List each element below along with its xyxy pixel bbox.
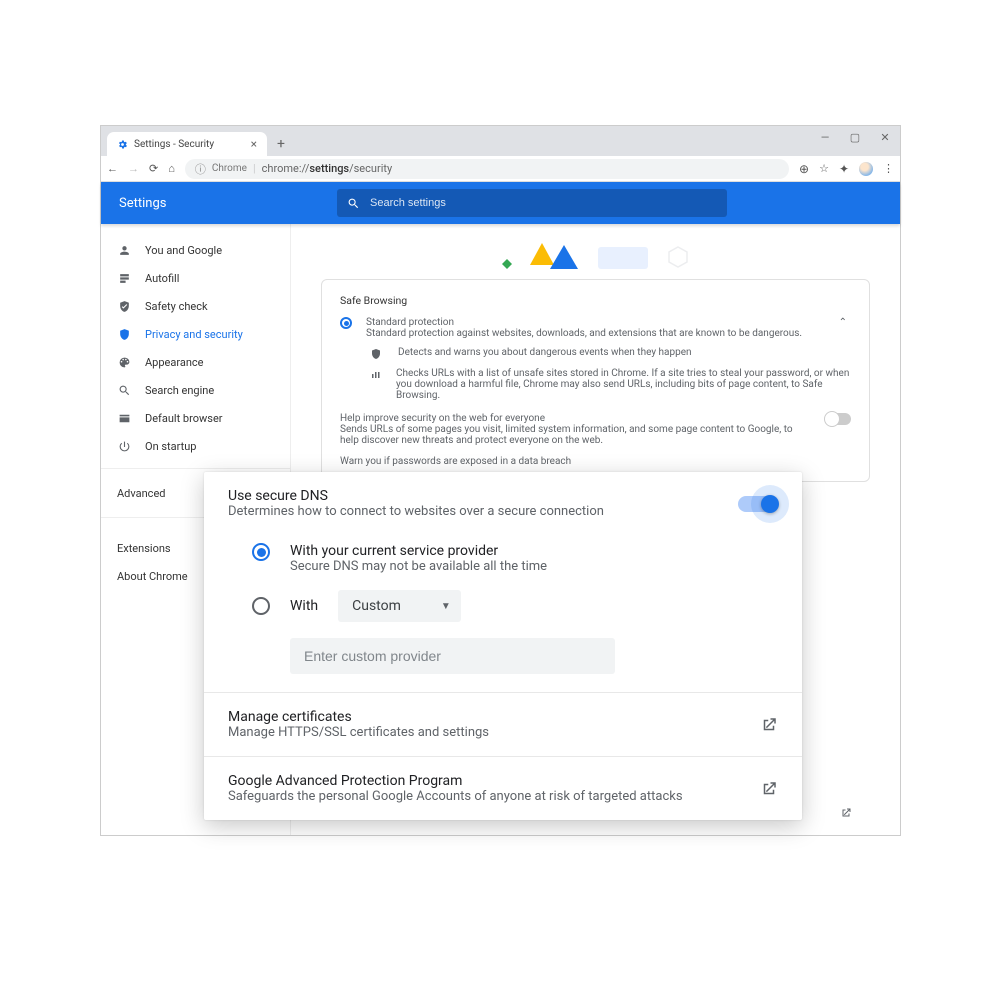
sidebar-item-on-startup[interactable]: On startup <box>101 432 290 460</box>
power-icon <box>117 440 131 453</box>
sidebar-label: On startup <box>145 440 196 453</box>
shield-icon <box>117 328 131 341</box>
std-detect-text: Detects and warns you about dangerous ev… <box>398 347 692 358</box>
menu-icon[interactable]: ⋮ <box>883 162 894 175</box>
dns-option-custom[interactable]: With Custom ▼ <box>204 582 802 630</box>
tab-title: Settings - Security <box>134 139 214 150</box>
std-checks-text: Checks URLs with a list of unsafe sites … <box>396 368 851 401</box>
section-title: Safe Browsing <box>340 294 851 307</box>
forward-icon: → <box>128 162 139 175</box>
sidebar-item-appearance[interactable]: Appearance <box>101 348 290 376</box>
help-improve-title: Help improve security on the web for eve… <box>340 413 811 424</box>
sidebar-item-default-browser[interactable]: Default browser <box>101 404 290 432</box>
close-window-icon[interactable]: ✕ <box>876 131 894 144</box>
url-bar: ← → ⟳ ⌂ ⓘ Chrome | chrome://settings/sec… <box>101 156 900 182</box>
manage-certificates-link[interactable]: Manage certificates Manage HTTPS/SSL cer… <box>204 693 802 756</box>
reload-icon[interactable]: ⟳ <box>149 162 158 175</box>
secure-dns-desc: Determines how to connect to websites ov… <box>228 504 604 519</box>
sidebar-item-you-and-google[interactable]: You and Google <box>101 236 290 264</box>
search-settings-input[interactable] <box>370 197 717 209</box>
sidebar-item-autofill[interactable]: Autofill <box>101 264 290 292</box>
radio-standard-protection[interactable] <box>340 317 352 329</box>
settings-header: Settings <box>101 182 900 224</box>
certs-desc: Manage HTTPS/SSL certificates and settin… <box>228 725 489 740</box>
extensions-label: Extensions <box>117 542 171 555</box>
person-icon <box>117 244 131 257</box>
title-bar: Settings - Security × + — ▢ ✕ <box>101 126 900 156</box>
advanced-label: Advanced <box>117 487 165 500</box>
maximize-icon[interactable]: ▢ <box>846 131 864 144</box>
illustration <box>321 224 870 269</box>
safe-browsing-card: Safe Browsing Standard protection Standa… <box>321 279 870 482</box>
shield-check-icon <box>117 300 131 313</box>
chart-icon <box>370 369 382 381</box>
window-controls: — ▢ ✕ <box>816 131 894 144</box>
advanced-protection-link[interactable]: Google Advanced Protection Program Safeg… <box>204 757 802 820</box>
radio-off-icon <box>252 597 270 615</box>
close-tab-icon[interactable]: × <box>251 137 257 151</box>
sidebar-label: Default browser <box>145 412 223 425</box>
settings-gear-icon <box>117 139 128 150</box>
secure-dns-row: Use secure DNS Determines how to connect… <box>204 472 802 535</box>
dropdown-arrow-icon: ▼ <box>441 601 451 612</box>
help-improve-desc: Sends URLs of some pages you visit, limi… <box>340 424 811 446</box>
help-improve-toggle[interactable] <box>825 413 851 425</box>
browser-icon <box>117 412 131 425</box>
launch-icon <box>760 780 778 798</box>
adv-title: Google Advanced Protection Program <box>228 773 683 789</box>
dns-option-current-provider[interactable]: With your current service provider Secur… <box>204 535 802 582</box>
dns-provider-dropdown[interactable]: Custom ▼ <box>338 590 461 622</box>
launch-icon[interactable] <box>840 807 870 819</box>
url-text: chrome://settings/security <box>262 162 393 175</box>
sidebar-label: You and Google <box>145 244 222 257</box>
paint-icon <box>117 356 131 369</box>
custom-provider-input[interactable] <box>290 638 615 674</box>
settings-title: Settings <box>119 196 166 211</box>
adv-desc: Safeguards the personal Google Accounts … <box>228 789 683 804</box>
new-tab-button[interactable]: + <box>271 134 291 154</box>
home-icon[interactable]: ⌂ <box>168 162 175 175</box>
search-icon <box>347 197 360 210</box>
sidebar-item-search-engine[interactable]: Search engine <box>101 376 290 404</box>
shield-icon <box>370 348 384 360</box>
sidebar-label: Appearance <box>145 356 204 369</box>
browser-tab[interactable]: Settings - Security × <box>107 132 267 156</box>
opt1-title: With your current service provider <box>290 543 547 559</box>
launch-icon <box>760 716 778 734</box>
sidebar-item-privacy-security[interactable]: Privacy and security <box>101 320 290 348</box>
sidebar-label: Safety check <box>145 300 208 313</box>
url-field[interactable]: ⓘ Chrome | chrome://settings/security <box>185 159 789 179</box>
search-settings-box[interactable] <box>337 189 727 217</box>
sidebar-label: Search engine <box>145 384 214 397</box>
sidebar-item-safety-check[interactable]: Safety check <box>101 292 290 320</box>
sidebar-label: Privacy and security <box>145 328 243 341</box>
std-protection-title: Standard protection <box>366 317 821 328</box>
search-icon <box>117 384 131 397</box>
sidebar-label: Autofill <box>145 272 179 285</box>
profile-avatar[interactable] <box>859 162 873 176</box>
chevron-up-icon[interactable]: ⌃ <box>835 317 851 328</box>
url-scheme-label: Chrome <box>212 163 247 174</box>
bookmark-icon[interactable]: ☆ <box>819 162 829 175</box>
minimize-icon[interactable]: — <box>816 131 834 144</box>
extensions-icon[interactable]: ✦ <box>839 162 849 176</box>
search-url-icon[interactable]: ⊕ <box>799 162 809 176</box>
secure-dns-title: Use secure DNS <box>228 488 604 504</box>
dropdown-value: Custom <box>352 598 401 614</box>
opt2-label: With <box>290 598 318 614</box>
secure-dns-toggle[interactable] <box>738 496 778 512</box>
info-icon: ⓘ <box>195 161 206 177</box>
opt1-desc: Secure DNS may not be available all the … <box>290 559 547 574</box>
breach-warn-text: Warn you if passwords are exposed in a d… <box>340 456 851 467</box>
std-protection-desc: Standard protection against websites, do… <box>366 328 821 339</box>
certs-title: Manage certificates <box>228 709 489 725</box>
secure-dns-overlay: Use secure DNS Determines how to connect… <box>204 472 802 820</box>
autofill-icon <box>117 272 131 285</box>
back-icon[interactable]: ← <box>107 162 118 175</box>
about-label: About Chrome <box>117 570 188 583</box>
radio-on-icon <box>252 543 270 561</box>
